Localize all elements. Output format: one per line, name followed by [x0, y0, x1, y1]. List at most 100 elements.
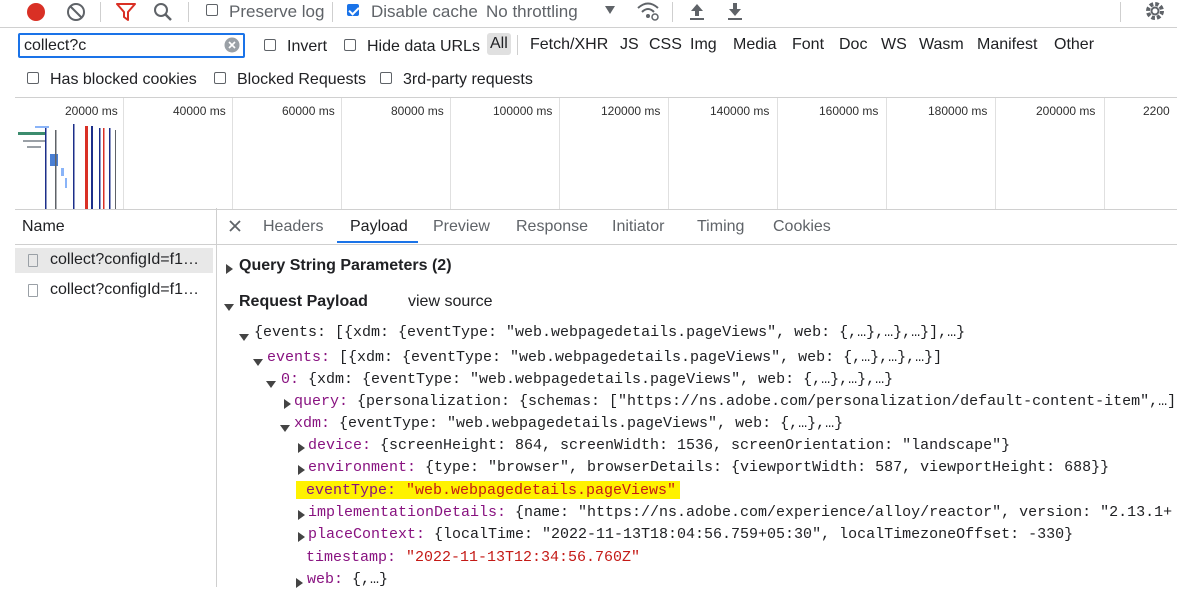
- collapse-arrow-icon[interactable]: [280, 419, 290, 437]
- collapse-arrow-icon[interactable]: [266, 375, 276, 393]
- web-key[interactable]: web:: [307, 571, 343, 588]
- tab-initiator[interactable]: Initiator: [612, 218, 664, 236]
- record-icon[interactable]: [26, 2, 46, 22]
- request-row[interactable]: collect?configId=f1…: [15, 278, 213, 303]
- tick-label: 140000 ms: [710, 104, 770, 118]
- search-icon[interactable]: [153, 2, 173, 22]
- type-filter-css[interactable]: CSS: [649, 36, 682, 54]
- device-value: {screenHeight: 864, screenWidth: 1536, s…: [371, 437, 1011, 454]
- close-icon[interactable]: [229, 220, 241, 232]
- type-filter-doc[interactable]: Doc: [839, 36, 867, 54]
- type-filter-media[interactable]: Media: [733, 36, 777, 54]
- event-0-key[interactable]: 0:: [281, 371, 299, 388]
- overview-waterfall: [18, 124, 116, 209]
- tab-response[interactable]: Response: [516, 218, 588, 236]
- detail-tabs: Headers Payload Preview Response Initiat…: [217, 208, 1177, 245]
- tick-line: [450, 98, 451, 209]
- name-column-header[interactable]: Name: [15, 208, 216, 245]
- xdm-key[interactable]: xdm:: [294, 415, 330, 432]
- tick-line: [668, 98, 669, 209]
- tab-cookies[interactable]: Cookies: [773, 218, 831, 236]
- type-filter-ws[interactable]: WS: [881, 36, 907, 54]
- device-key[interactable]: device:: [308, 437, 371, 454]
- event-type-key[interactable]: eventType:: [306, 482, 396, 499]
- view-source-link[interactable]: view source: [408, 293, 492, 311]
- request-payload-section[interactable]: Request Payload: [239, 293, 368, 311]
- query-key[interactable]: query:: [294, 393, 348, 410]
- expand-arrow-icon[interactable]: [298, 507, 305, 525]
- wifi-settings-icon[interactable]: [636, 0, 660, 22]
- timestamp-value: "2022-11-13T12:34:56.760Z": [406, 549, 641, 566]
- tick-label: 120000 ms: [601, 104, 661, 118]
- events-value: [{xdm: {eventType: "web.webpagedetails.p…: [330, 349, 943, 366]
- throttling-select[interactable]: No throttling: [486, 2, 578, 22]
- chevron-down-icon[interactable]: [604, 5, 616, 15]
- type-filter-img[interactable]: Img: [690, 36, 717, 54]
- type-filter-all[interactable]: All: [487, 33, 511, 55]
- hide-data-urls-checkbox[interactable]: [344, 39, 356, 51]
- expand-arrow-icon[interactable]: [284, 396, 291, 414]
- filter-field[interactable]: [18, 33, 245, 58]
- tick-label: 80000 ms: [391, 104, 444, 118]
- preserve-log-label: Preserve log: [229, 2, 325, 21]
- has-blocked-cookies-label: Has blocked cookies: [50, 71, 197, 88]
- hide-data-urls-label: Hide data URLs: [367, 38, 480, 55]
- events-key[interactable]: events:: [267, 349, 330, 366]
- place-context-key[interactable]: placeContext:: [308, 526, 425, 543]
- tab-headers[interactable]: Headers: [263, 218, 323, 236]
- network-overview[interactable]: 20000 ms 40000 ms 60000 ms 80000 ms 1000…: [15, 97, 1177, 210]
- collapse-arrow-icon[interactable]: [239, 328, 249, 346]
- toolbar-divider: [0, 27, 1177, 28]
- type-filter-js[interactable]: JS: [620, 36, 639, 54]
- has-blocked-cookies-checkbox[interactable]: [27, 72, 39, 84]
- tick-label: 100000 ms: [493, 104, 553, 118]
- tick-label: 60000 ms: [282, 104, 335, 118]
- tab-preview[interactable]: Preview: [433, 218, 490, 236]
- query-string-section[interactable]: Query String Parameters (2): [239, 257, 452, 275]
- clear-icon[interactable]: [66, 2, 86, 22]
- tab-payload[interactable]: Payload: [350, 218, 408, 236]
- implementation-details-value: {name: "https://ns.adobe.com/experience/…: [506, 504, 1173, 521]
- blocked-requests-checkbox[interactable]: [214, 72, 226, 84]
- active-tab-indicator: [337, 241, 418, 243]
- third-party-checkbox[interactable]: [380, 72, 392, 84]
- expand-arrow-icon[interactable]: [296, 575, 303, 593]
- document-icon: [28, 284, 38, 297]
- type-filter-font[interactable]: Font: [792, 36, 824, 54]
- payload-root[interactable]: {events: [{xdm: {eventType: "web.webpage…: [254, 324, 965, 341]
- expand-arrow-icon[interactable]: [298, 462, 305, 480]
- type-filter-other[interactable]: Other: [1054, 36, 1094, 54]
- invert-label: Invert: [287, 38, 328, 55]
- collapse-arrow-icon[interactable]: [253, 353, 263, 371]
- tick-line: [559, 98, 560, 209]
- implementation-details-key[interactable]: implementationDetails:: [308, 504, 506, 521]
- event-type-value: "web.webpagedetails.pageViews": [406, 482, 677, 499]
- type-filter-fetch-xhr[interactable]: Fetch/XHR: [530, 36, 608, 54]
- expand-arrow-icon[interactable]: [298, 529, 305, 547]
- tab-timing[interactable]: Timing: [697, 218, 744, 236]
- tick-label: 160000 ms: [819, 104, 879, 118]
- web-value: {,…}: [343, 571, 389, 588]
- import-har-icon[interactable]: [687, 1, 707, 21]
- xdm-value: {eventType: "web.webpagedetails.pageView…: [330, 415, 844, 432]
- gear-icon[interactable]: [1144, 0, 1166, 22]
- disable-cache-checkbox[interactable]: [347, 4, 359, 16]
- filter-icon[interactable]: [115, 2, 137, 22]
- preserve-log-checkbox[interactable]: [206, 4, 218, 16]
- name-column-label: Name: [22, 218, 65, 235]
- type-filter-manifest[interactable]: Manifest: [977, 36, 1037, 54]
- type-filter-wasm[interactable]: Wasm: [919, 36, 964, 54]
- request-row[interactable]: collect?configId=f1…: [15, 248, 213, 273]
- expand-arrow-icon[interactable]: [298, 440, 305, 458]
- collapse-arrow-icon[interactable]: [224, 298, 234, 316]
- environment-key[interactable]: environment:: [308, 459, 416, 476]
- timestamp-key[interactable]: timestamp:: [306, 549, 396, 566]
- clear-filter-icon[interactable]: [224, 37, 240, 53]
- export-har-icon[interactable]: [725, 1, 745, 21]
- filter-input[interactable]: [24, 36, 214, 56]
- expand-arrow-icon[interactable]: [226, 261, 233, 279]
- invert-checkbox[interactable]: [264, 39, 276, 51]
- network-toolbar: Preserve log Disable cache No throttling: [0, 0, 1177, 24]
- tick-label: 200000 ms: [1036, 104, 1096, 118]
- query-value: {personalization: {schemas: ["https://ns…: [348, 393, 1177, 410]
